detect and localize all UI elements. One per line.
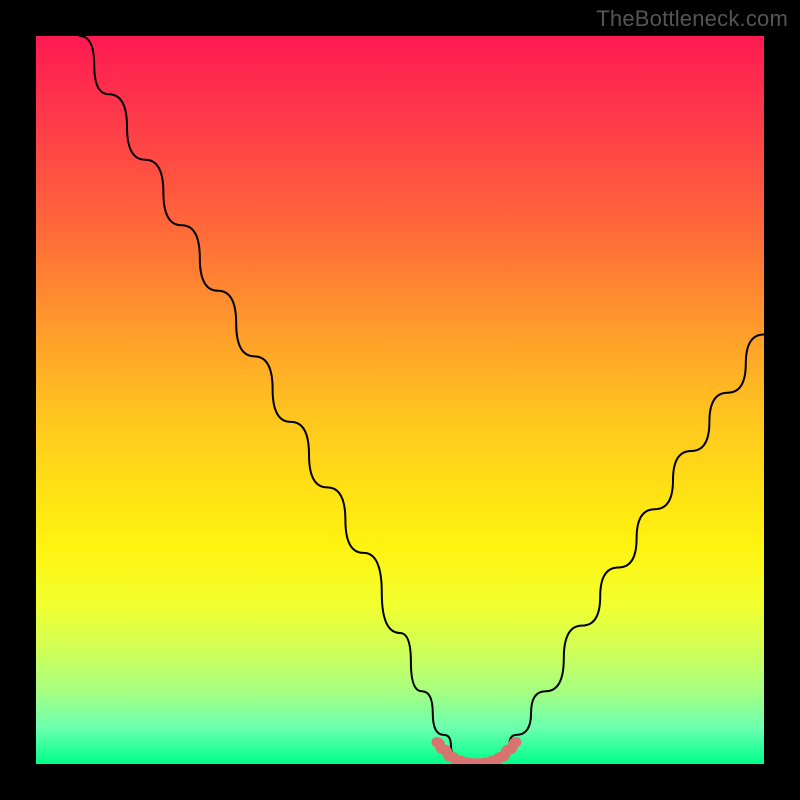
bottleneck-curve — [80, 36, 764, 764]
chart-frame: TheBottleneck.com — [0, 0, 800, 800]
plot-area — [36, 36, 764, 764]
chart-svg — [36, 36, 764, 764]
sweet-spot-band — [436, 742, 516, 763]
watermark-text: TheBottleneck.com — [596, 6, 788, 32]
